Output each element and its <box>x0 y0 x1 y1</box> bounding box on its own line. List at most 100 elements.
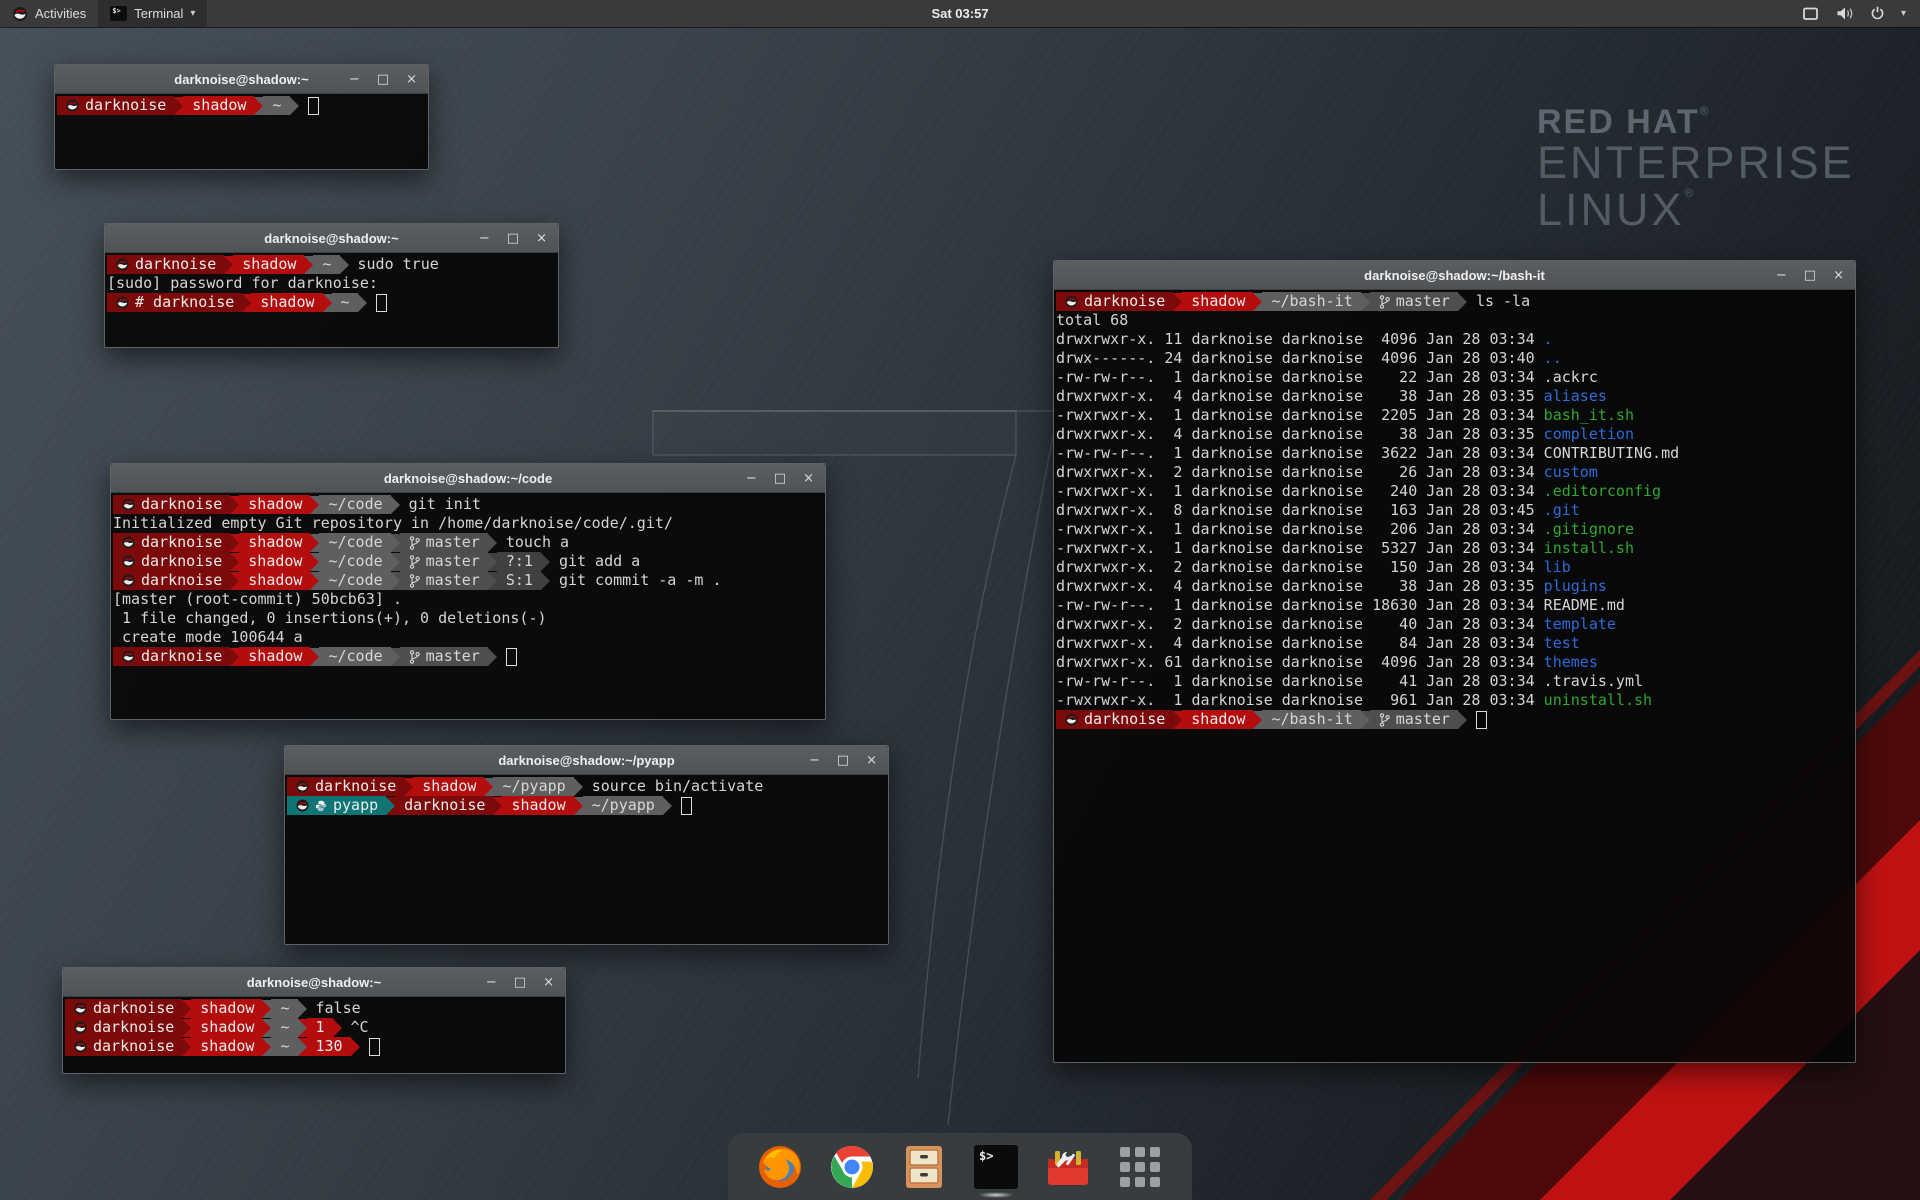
prompt-line: darknoiseshadow~sudo true <box>107 255 558 274</box>
close-button[interactable]: × <box>536 232 547 245</box>
command-text: touch a <box>506 533 569 552</box>
firefox-icon[interactable] <box>756 1143 804 1191</box>
registered-mark: ® <box>1700 104 1709 118</box>
terminal-content[interactable]: darknoiseshadow~sudo true[sudo] password… <box>105 253 558 312</box>
minimize-button[interactable]: − <box>1776 269 1787 282</box>
maximize-button[interactable]: □ <box>377 73 389 86</box>
git-branch-icon <box>1379 295 1390 309</box>
prompt-segment-gitdirty: S:1 <box>497 571 541 590</box>
prompt-segment-host: shadow <box>239 647 310 666</box>
title-bar[interactable]: darknoise@shadow:~ −□× <box>105 224 558 253</box>
maximize-button[interactable]: □ <box>1804 269 1816 282</box>
prompt-segment-host: shadow <box>191 999 262 1018</box>
chevron-down-icon: ▾ <box>190 8 195 19</box>
prompt-segment-label: shadow <box>248 571 302 590</box>
redhat-prompt-icon <box>116 296 129 309</box>
prompt-segment-label: darknoise <box>93 999 174 1018</box>
close-button[interactable]: × <box>866 754 877 767</box>
ls-filename: README.md <box>1544 596 1625 615</box>
prompt-line: darknoiseshadow~/bash-itmasterls -la <box>1056 292 1855 311</box>
prompt-segment-git: master <box>400 552 488 571</box>
minimize-button[interactable]: − <box>349 73 360 86</box>
prompt-segment-label: darknoise <box>404 796 485 815</box>
prompt-segment-user: darknoise <box>395 796 493 815</box>
power-icon[interactable] <box>1870 6 1885 21</box>
prompt-segment-label: ~/code <box>328 495 382 514</box>
app-grid-icon[interactable] <box>1116 1143 1164 1191</box>
minimize-button[interactable]: − <box>486 976 497 989</box>
command-text: git add a <box>559 552 640 571</box>
close-button[interactable]: × <box>1833 269 1844 282</box>
maximize-button[interactable]: □ <box>507 232 519 245</box>
minimize-button[interactable]: − <box>746 472 757 485</box>
maximize-button[interactable]: □ <box>514 976 526 989</box>
terminal-content[interactable]: darknoiseshadow~/bash-itmasterls -latota… <box>1054 290 1855 729</box>
chrome-icon[interactable] <box>828 1143 876 1191</box>
terminal-window-code[interactable]: darknoise@shadow:~/code −□× darknoisesha… <box>110 463 826 720</box>
title-bar[interactable]: darknoise@shadow:~/code −□× <box>111 464 825 493</box>
clock[interactable]: Sat 03:57 <box>931 6 988 21</box>
terminal-window-home-small[interactable]: darknoise@shadow:~ −□× darknoiseshadow~ <box>54 64 429 170</box>
close-button[interactable]: × <box>543 976 554 989</box>
title-bar[interactable]: darknoise@shadow:~ −□× <box>63 968 565 997</box>
terminal-window-pyapp[interactable]: darknoise@shadow:~/pyapp −□× darknoisesh… <box>284 745 889 945</box>
redhat-prompt-icon <box>116 258 129 271</box>
app-menu-terminal[interactable]: $> Terminal ▾ <box>98 0 207 27</box>
title-bar[interactable]: darknoise@shadow:~/bash-it −□× <box>1054 261 1855 290</box>
terminal-window-exitcodes[interactable]: darknoise@shadow:~ −□× darknoiseshadow~f… <box>62 967 566 1074</box>
terminal-content[interactable]: darknoiseshadow~ <box>55 94 428 115</box>
screen-icon[interactable] <box>1802 7 1820 21</box>
prompt-segment-label: master <box>426 552 480 571</box>
prompt-segment-label: darknoise <box>315 777 396 796</box>
ls-row: drwxrwxr-x. 4 darknoise darknoise 38 Jan… <box>1056 387 1855 406</box>
prompt-segment-dir: ~/code <box>319 571 390 590</box>
system-menu-caret-icon[interactable]: ▾ <box>1901 8 1906 19</box>
terminal-window-sudo[interactable]: darknoise@shadow:~ −□× darknoiseshadow~s… <box>104 223 559 348</box>
terminal-content[interactable]: darknoiseshadow~/pyappsource bin/activat… <box>285 775 888 815</box>
prompt-segment-label: shadow <box>1191 710 1245 729</box>
powerline-separator-icon <box>304 256 313 274</box>
title-bar[interactable]: darknoise@shadow:~/pyapp −□× <box>285 746 888 775</box>
powerline-separator-icon <box>1173 293 1182 311</box>
terminal-content[interactable]: darknoiseshadow~/codegit initInitialized… <box>111 493 825 666</box>
minimize-button[interactable]: − <box>479 232 490 245</box>
ls-row: -rw-rw-r--. 1 darknoise darknoise 3622 J… <box>1056 444 1855 463</box>
prompt-segment-git: master <box>400 647 488 666</box>
close-button[interactable]: × <box>803 472 814 485</box>
prompt-segment-label: ~ <box>272 96 281 115</box>
close-button[interactable]: × <box>406 73 417 86</box>
prompt-segment-err: 130 <box>307 1037 351 1056</box>
prompt-segment-label: darknoise <box>1084 710 1165 729</box>
terminal-window-bash-it[interactable]: darknoise@shadow:~/bash-it −□× darknoise… <box>1053 260 1856 1063</box>
terminal-content[interactable]: darknoiseshadow~falsedarknoiseshadow~1^C… <box>63 997 565 1056</box>
prompt-segment-user: darknoise <box>113 495 230 514</box>
terminal-icon[interactable]: $> <box>972 1143 1020 1191</box>
prompt-segment-user: # darknoise <box>107 293 242 312</box>
powerline-separator-icon <box>1173 711 1182 729</box>
prompt-segment-label: ~/code <box>328 647 382 666</box>
maximize-button[interactable]: □ <box>837 754 849 767</box>
git-branch-icon <box>409 574 420 588</box>
prompt-line: darknoiseshadow~1^C <box>65 1018 565 1037</box>
redhat-prompt-icon <box>122 498 135 511</box>
redhat-logo-icon <box>12 6 28 22</box>
output-line: Initialized empty Git repository in /hom… <box>113 514 825 533</box>
ls-row: drwxrwxr-x. 8 darknoise darknoise 163 Ja… <box>1056 501 1855 520</box>
redhat-prompt-icon <box>1065 713 1078 726</box>
ls-filename: CONTRIBUTING.md <box>1544 444 1679 463</box>
volume-icon[interactable] <box>1836 6 1854 21</box>
files-icon[interactable] <box>900 1143 948 1191</box>
prompt-segment-host: shadow <box>239 571 310 590</box>
minimize-button[interactable]: − <box>809 754 820 767</box>
prompt-segment-label: ~/code <box>328 552 382 571</box>
output-text: Initialized empty Git repository in /hom… <box>113 514 673 533</box>
redhat-prompt-icon <box>122 536 135 549</box>
powerline-separator-icon <box>1253 711 1262 729</box>
title-bar[interactable]: darknoise@shadow:~ −□× <box>55 65 428 94</box>
powerline-separator-icon <box>1361 293 1370 311</box>
maximize-button[interactable]: □ <box>774 472 786 485</box>
toolbox-icon[interactable] <box>1044 1143 1092 1191</box>
ls-row: -rwxrwxr-x. 1 darknoise darknoise 5327 J… <box>1056 539 1855 558</box>
top-bar: Activities $> Terminal ▾ Sat 03:57 ▾ <box>0 0 1920 27</box>
activities-button[interactable]: Activities <box>0 0 98 27</box>
